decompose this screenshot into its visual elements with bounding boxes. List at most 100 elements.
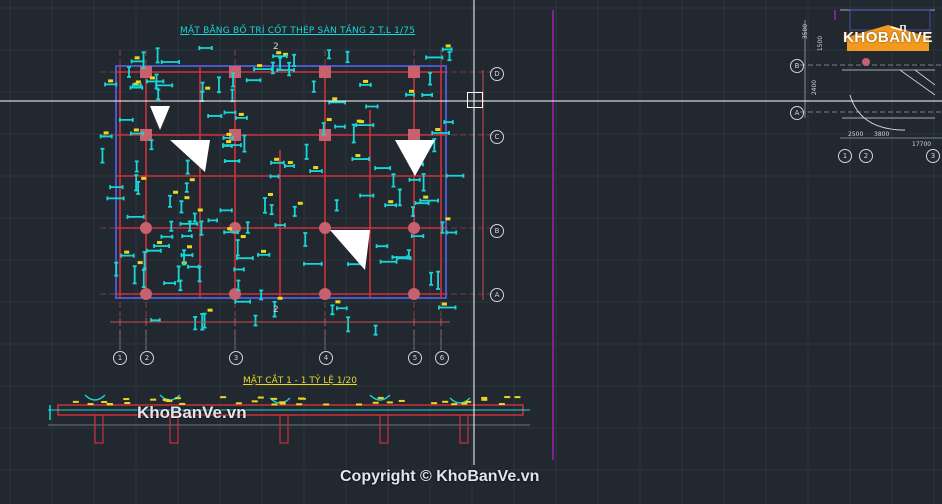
axis-bubble-B: B [490,224,504,238]
rebar-label [226,140,232,144]
section-label [442,400,449,403]
section-label [123,398,130,401]
inset-stair [899,69,936,96]
axis-bubble-D: D [490,67,504,81]
section-label [377,396,384,399]
rebar-mark [198,46,213,51]
rebar-mark [202,312,207,329]
inset-dim-1: 2500 [848,131,864,138]
section-label [323,403,330,406]
axis-bubble-1: 1 [113,351,127,365]
rebar-label [363,79,369,83]
rebar-mark [445,173,465,178]
column-13 [140,288,152,300]
rebar-mark [330,304,335,316]
rebar-mark [262,197,267,214]
section-label [465,400,472,403]
rebar-mark [373,324,378,336]
column-12 [408,222,420,234]
rebar-mark [184,182,189,193]
section-label [257,396,264,399]
rebar-mark [187,264,200,269]
rebar-mark [156,88,161,101]
rebar-mark [327,49,332,60]
crosshair-pickbox[interactable] [467,92,483,108]
rebar-label [274,157,280,161]
rebar-mark [185,159,190,175]
rebar-label [267,192,273,196]
rebar-label [326,118,332,122]
rebar-mark [283,164,295,169]
section-mark-bottom: 2 [273,305,279,315]
axis-bubble-C: C [490,130,504,144]
section-label [461,402,468,405]
section-label [398,399,405,402]
section-label [355,403,362,406]
rebar-label [227,227,233,231]
rebar-mark [359,193,375,198]
rebar-mark [351,157,370,162]
rebar-label [441,302,447,306]
rebar-mark [146,79,165,84]
rebar-mark [428,72,433,86]
rebar-mark [197,265,202,283]
section-label [481,398,488,401]
rebar-mark [235,239,240,257]
rebar-mark [219,208,233,213]
watermark-copyright: Copyright © KhoBanVe.vn [340,468,540,485]
rebar-label [240,235,246,239]
rebar-label [332,97,338,101]
axis-bubble-5: 5 [408,351,422,365]
rebar-mark [245,78,262,83]
rebar-label [124,250,130,254]
rebar-mark [346,316,351,333]
floor-plan-rebar [99,44,495,350]
rebar-label [135,80,141,84]
rebar-label [205,86,211,90]
rebar-mark [414,201,430,206]
rebar-label [141,176,147,180]
rebar-label [157,240,163,244]
rebar-mark [253,314,258,327]
rebar-mark [278,56,283,71]
rebar-mark [336,306,348,311]
rebar-mark [421,92,433,97]
rebar-mark [223,159,241,164]
rebar-mark [155,83,174,88]
column-8 [408,129,420,141]
section-label [124,402,131,405]
section-beam-3 [279,414,289,444]
section-mark-top: 2 [273,42,279,52]
section-1-1-drawing [48,394,530,444]
rebar-mark [230,88,235,103]
rebar-mark [146,248,162,253]
rebar-label [423,195,429,199]
cad-model-space[interactable] [0,0,942,504]
rebar-mark [223,110,237,115]
section-title: MẶT CẮT 1 - 1 TỶ LỆ 1/20 [243,376,357,386]
axis-bubble-A: A [490,288,504,302]
rebar-mark [179,221,199,226]
column-2 [229,66,241,78]
rebar-label [435,128,441,132]
watermark-site: KhoBanVe.vn [137,403,247,422]
rebar-mark [270,160,285,165]
rebar-mark [445,230,458,235]
rebar-label [297,201,303,205]
rebar-mark [114,261,119,277]
rebar-mark [160,234,174,239]
rebar-mark [130,59,145,64]
section-label [386,401,393,404]
section-label [481,396,488,399]
section-label [150,398,157,401]
axis-bubble-6: 6 [435,351,449,365]
rebar-label [226,132,232,136]
rebar-mark [149,139,154,151]
rebar-mark [120,253,135,258]
section-label [220,396,227,399]
inset-axis-1: 1 [838,149,852,163]
rebar-mark [269,174,280,179]
rebar-label [134,56,140,60]
rebar-mark [242,134,247,153]
rebar-mark [425,55,444,60]
